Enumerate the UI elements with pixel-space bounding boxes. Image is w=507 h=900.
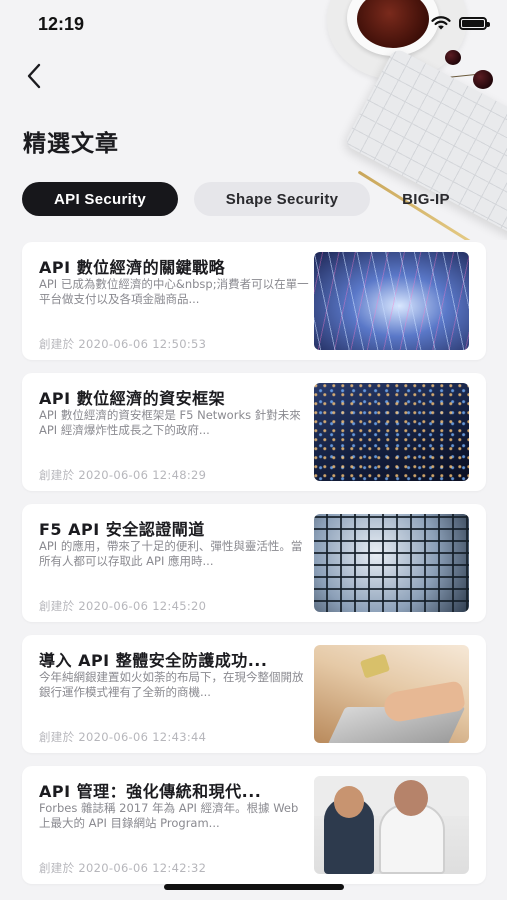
article-date: 創建於 2020-06-06 12:50:53 [39, 336, 206, 352]
article-card[interactable]: 導入 API 整體安全防護成功... 今年純網銀建置如火如荼的布局下，在現今整個… [22, 635, 486, 753]
article-thumbnail [314, 252, 469, 350]
article-thumbnail [314, 645, 469, 743]
article-thumbnail [314, 514, 469, 612]
article-excerpt: API 的應用，帶來了十足的便利、彈性與靈活性。當所有人都可以存取此 API 應… [39, 539, 303, 568]
article-thumbnail [314, 383, 469, 481]
date-prefix: 創建於 [39, 730, 75, 744]
tab-big-ip[interactable]: BIG-IP [386, 182, 466, 216]
status-icons [431, 16, 490, 30]
date-prefix: 創建於 [39, 337, 75, 351]
article-title: API 數位經濟的資安框架 [39, 389, 226, 408]
article-excerpt: API 數位經濟的資安框架是 F5 Networks 針對未來 API 經濟爆炸… [39, 408, 301, 437]
date-value: 2020-06-06 12:50:53 [78, 337, 207, 351]
article-date: 創建於 2020-06-06 12:48:29 [39, 467, 206, 483]
category-tabs: API Security Shape Security BIG-IP [22, 182, 466, 216]
status-time: 12:19 [38, 14, 85, 34]
tab-api-security[interactable]: API Security [22, 182, 178, 216]
article-date: 創建於 2020-06-06 12:45:20 [39, 598, 206, 614]
article-card[interactable]: API 數位經濟的資安框架 API 數位經濟的資安框架是 F5 Networks… [22, 373, 486, 491]
page-title: 精選文章 [23, 131, 119, 157]
article-thumbnail [314, 776, 469, 874]
date-prefix: 創建於 [39, 468, 75, 482]
wifi-icon [431, 16, 451, 30]
tab-shape-security[interactable]: Shape Security [194, 182, 370, 216]
home-indicator[interactable] [164, 884, 344, 890]
article-title: API 管理：強化傳統和現代... [39, 782, 262, 801]
article-list: API 數位經濟的關鍵戰略 API 已成為數位經濟的中心&nbsp;消費者可以在… [22, 242, 486, 897]
battery-icon [459, 16, 490, 30]
article-title: API 數位經濟的關鍵戰略 [39, 258, 226, 277]
article-title: 導入 API 整體安全防護成功... [39, 651, 268, 670]
article-date: 創建於 2020-06-06 12:43:44 [39, 729, 206, 745]
back-button[interactable] [18, 60, 50, 92]
status-bar: 12:19 [0, 0, 507, 50]
article-card[interactable]: API 管理：強化傳統和現代... Forbes 雜誌稱 2017 年為 API… [22, 766, 486, 884]
cherry-image [445, 50, 461, 65]
date-prefix: 創建於 [39, 599, 75, 613]
date-value: 2020-06-06 12:48:29 [78, 468, 207, 482]
date-value: 2020-06-06 12:43:44 [78, 730, 207, 744]
chevron-left-icon [27, 63, 41, 89]
article-title: F5 API 安全認證閘道 [39, 520, 205, 539]
article-excerpt: API 已成為數位經濟的中心&nbsp;消費者可以在單一平台做支付以及各項金融商… [39, 277, 309, 306]
date-value: 2020-06-06 12:45:20 [78, 599, 207, 613]
article-card[interactable]: API 數位經濟的關鍵戰略 API 已成為數位經濟的中心&nbsp;消費者可以在… [22, 242, 486, 360]
article-excerpt: Forbes 雜誌稱 2017 年為 API 經濟年。根據 Web 上最大的 A… [39, 801, 299, 830]
cherry-image [473, 70, 493, 89]
article-card[interactable]: F5 API 安全認證閘道 API 的應用，帶來了十足的便利、彈性與靈活性。當所… [22, 504, 486, 622]
article-date: 創建於 2020-06-06 12:42:32 [39, 860, 206, 876]
date-prefix: 創建於 [39, 861, 75, 875]
article-excerpt: 今年純網銀建置如火如荼的布局下，在現今整個開放銀行運作模式裡有了全新的商機... [39, 670, 304, 699]
date-value: 2020-06-06 12:42:32 [78, 861, 207, 875]
